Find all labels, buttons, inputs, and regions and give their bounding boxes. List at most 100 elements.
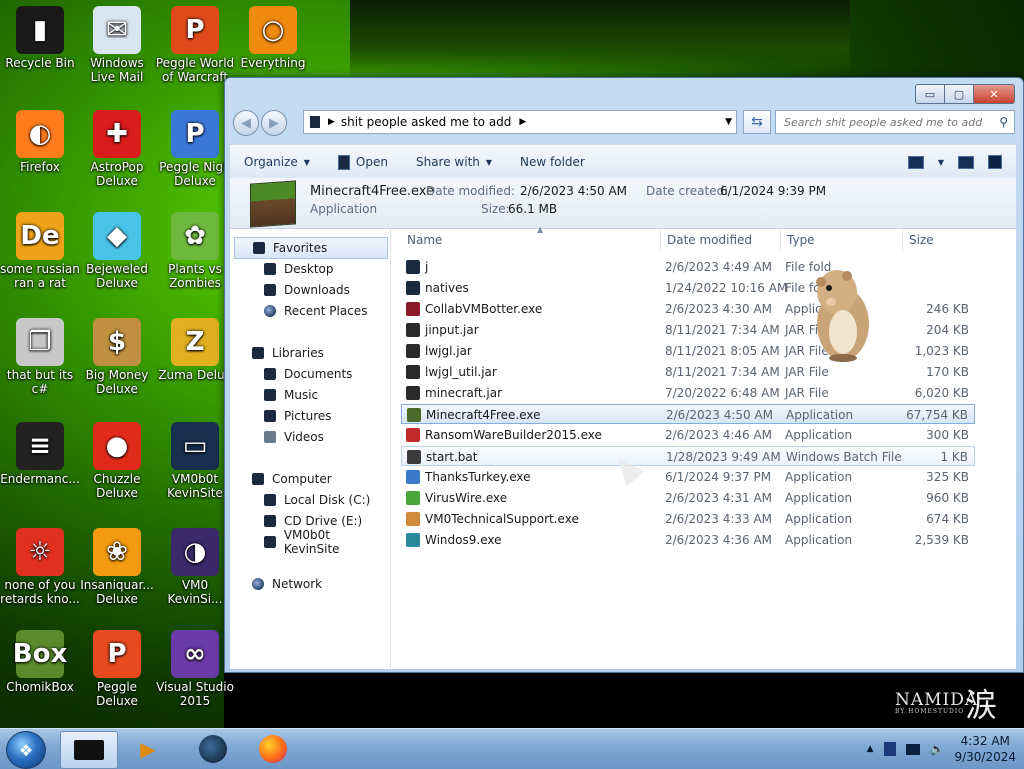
- refresh-button[interactable]: ⇆: [743, 110, 771, 134]
- nav-videos[interactable]: Videos: [230, 427, 388, 447]
- taskbar-app[interactable]: [185, 731, 241, 767]
- downloads-icon: [264, 284, 276, 296]
- search-box[interactable]: ⚲: [775, 110, 1015, 134]
- file-row[interactable]: jinput.jar 8/11/2021 7:34 AM JAR File 204 K…: [401, 320, 975, 340]
- column-name[interactable]: Name ▲: [401, 225, 661, 251]
- desktop-icon[interactable]: ❐ that but its c#: [0, 318, 80, 396]
- nav-local-disk[interactable]: Local Disk (C:): [230, 490, 388, 510]
- nav-libraries[interactable]: Libraries: [230, 343, 388, 363]
- nav-vm-drive[interactable]: VM0b0t KevinSite: [230, 528, 388, 556]
- volume-icon[interactable]: 🔈: [930, 742, 945, 756]
- search-input[interactable]: [782, 114, 1000, 130]
- nav-label: Computer: [272, 472, 332, 486]
- file-row[interactable]: VirusWire.exe 2/6/2023 4:31 AM Application…: [401, 488, 975, 508]
- file-row[interactable]: minecraft.jar 7/20/2022 6:48 AM JAR File 6,…: [401, 383, 975, 403]
- desktop-icon[interactable]: Z Zuma Delux: [155, 318, 235, 382]
- desktop-icon[interactable]: P Peggle Nigh Deluxe: [155, 110, 235, 188]
- file-row[interactable]: ThanksTurkey.exe 6/1/2024 9:37 PM Applicat…: [401, 467, 975, 487]
- desktop-icon[interactable]: De some russian ran a rat: [0, 212, 80, 290]
- organize-button[interactable]: Organize ▼: [230, 155, 324, 169]
- file-row[interactable]: j 2/6/2023 4:49 AM File fold: [401, 257, 975, 277]
- desktop-icon[interactable]: ≡ Endermanc...: [0, 422, 80, 486]
- explorer-window[interactable]: ▭ ▢ ✕ ◀ ▶ ▶ shit people asked me to add …: [224, 77, 1024, 673]
- address-dropdown-icon[interactable]: ▼: [725, 117, 732, 127]
- start-button[interactable]: ❖: [6, 731, 46, 769]
- recent-places-icon: [264, 305, 276, 317]
- nav-label: VM0b0t KevinSite: [283, 528, 340, 556]
- breadcrumb-chevron-icon[interactable]: ▶: [328, 117, 335, 127]
- show-hidden-icons[interactable]: ▲: [867, 744, 874, 754]
- desktop-icon[interactable]: ◑ VM0 KevinSi...: [155, 528, 235, 606]
- desktop-icon[interactable]: Box ChomikBox: [0, 630, 80, 694]
- desktop-icon[interactable]: ∞ Visual Studio 2015: [155, 630, 235, 708]
- new-folder-button[interactable]: New folder: [506, 155, 599, 169]
- nav-network[interactable]: Network: [230, 574, 388, 594]
- file-row[interactable]: Windos9.exe 2/6/2023 4:36 AM Application 2,…: [401, 530, 975, 550]
- file-row[interactable]: RansomWareBuilder2015.exe 2/6/2023 4:46 A…: [401, 425, 975, 445]
- share-with-button[interactable]: Share with ▼: [402, 155, 506, 169]
- file-row[interactable]: start.bat 1/28/2023 9:49 AM Windows Batch …: [401, 446, 975, 466]
- fish-icon: ❀: [93, 528, 141, 576]
- nav-favorites[interactable]: Favorites: [234, 237, 388, 259]
- size-label: Size:: [481, 202, 510, 216]
- column-type[interactable]: Type: [781, 229, 903, 251]
- file-row[interactable]: lwjgl.jar 8/11/2021 8:05 AM JAR File 1,023 …: [401, 341, 975, 361]
- nav-computer[interactable]: Computer: [230, 469, 388, 489]
- file-row[interactable]: natives 1/24/2022 10:16 AM File fo: [401, 278, 975, 298]
- desktop-icon[interactable]: ◐ Firefox: [0, 110, 80, 174]
- desktop-icon[interactable]: ✚ AstroPop Deluxe: [77, 110, 157, 188]
- peggle-deluxe-icon: P: [93, 630, 141, 678]
- desktop-icon[interactable]: ✉ Windows Live Mail: [77, 6, 157, 84]
- forward-button[interactable]: ▶: [261, 110, 287, 136]
- nav-music[interactable]: Music: [230, 385, 388, 405]
- navigation-pane: Favorites Desktop Downloads Recent Place…: [230, 229, 391, 669]
- back-button[interactable]: ◀: [233, 110, 259, 136]
- nav-downloads[interactable]: Downloads: [230, 280, 388, 300]
- file-row[interactable]: VM0TechnicalSupport.exe 2/6/2023 4:33 AM A…: [401, 509, 975, 529]
- file-type: Windows Batch File: [786, 450, 902, 464]
- maximize-button[interactable]: ▢: [945, 84, 974, 104]
- minimize-button[interactable]: ▭: [915, 84, 945, 104]
- column-date-modified[interactable]: Date modified: [661, 229, 781, 251]
- file-row[interactable]: lwjgl_util.jar 8/11/2021 7:34 AM JAR File 1…: [401, 362, 975, 382]
- column-size[interactable]: Size: [903, 229, 979, 251]
- column-label: Size: [909, 233, 934, 247]
- desktop-icon[interactable]: ▭ VM0b0t KevinSite: [155, 422, 235, 500]
- open-button[interactable]: Open: [324, 154, 402, 170]
- desktop-icon[interactable]: ● Chuzzle Deluxe: [77, 422, 157, 500]
- desktop-icon[interactable]: P Peggle World of Warcraft: [155, 6, 235, 84]
- search-icon[interactable]: ⚲: [999, 115, 1008, 129]
- tray-app-icon[interactable]: [883, 742, 896, 756]
- desktop-icon[interactable]: ◆ Bejeweled Deluxe: [77, 212, 157, 290]
- nav-desktop[interactable]: Desktop: [230, 259, 388, 279]
- breadcrumb-folder[interactable]: shit people asked me to add: [341, 115, 511, 129]
- breadcrumb-end-chevron-icon[interactable]: ▶: [519, 117, 526, 127]
- file-row[interactable]: Minecraft4Free.exe 2/6/2023 4:50 AM Applic…: [401, 404, 975, 424]
- file-row[interactable]: CollabVMBotter.exe 2/6/2023 4:30 AM Applic…: [401, 299, 975, 319]
- desktop-icon[interactable]: ❀ Insaniquar... Deluxe: [77, 528, 157, 606]
- nav-pictures[interactable]: Pictures: [230, 406, 388, 426]
- help-icon[interactable]: [988, 155, 1002, 169]
- desktop-icon[interactable]: ▮ Recycle Bin: [0, 6, 80, 70]
- desktop-icon[interactable]: $ Big Money Deluxe: [77, 318, 157, 396]
- nav-recent-places[interactable]: Recent Places: [230, 301, 388, 321]
- close-button[interactable]: ✕: [974, 84, 1015, 104]
- tray-monitor-icon[interactable]: [905, 743, 920, 755]
- taskbar-explorer[interactable]: [60, 731, 118, 769]
- taskbar-media-player[interactable]: ▶: [120, 731, 176, 767]
- share-with-label: Share with: [415, 155, 480, 169]
- file-name: Minecraft4Free.exe: [426, 408, 541, 422]
- view-dropdown-icon[interactable]: ▼: [938, 158, 944, 167]
- change-view-icon[interactable]: [907, 155, 924, 169]
- nav-documents[interactable]: Documents: [230, 364, 388, 384]
- desktop-icon-label: Endermanc...: [0, 472, 80, 486]
- preview-pane-icon[interactable]: [958, 155, 974, 169]
- desktop-icon[interactable]: ○ Everything: [233, 6, 313, 70]
- star-icon: [253, 242, 265, 254]
- desktop-icon[interactable]: P Peggle Deluxe: [77, 630, 157, 708]
- desktop-icon[interactable]: ✿ Plants vs Zombies: [155, 212, 235, 290]
- desktop-icon[interactable]: ☼ none of you retards kno...: [0, 528, 80, 606]
- address-bar[interactable]: ▶ shit people asked me to add ▶ ▼: [303, 110, 737, 134]
- clock[interactable]: 4:32 AM 9/30/2024: [954, 733, 1016, 765]
- taskbar-firefox[interactable]: [245, 731, 301, 767]
